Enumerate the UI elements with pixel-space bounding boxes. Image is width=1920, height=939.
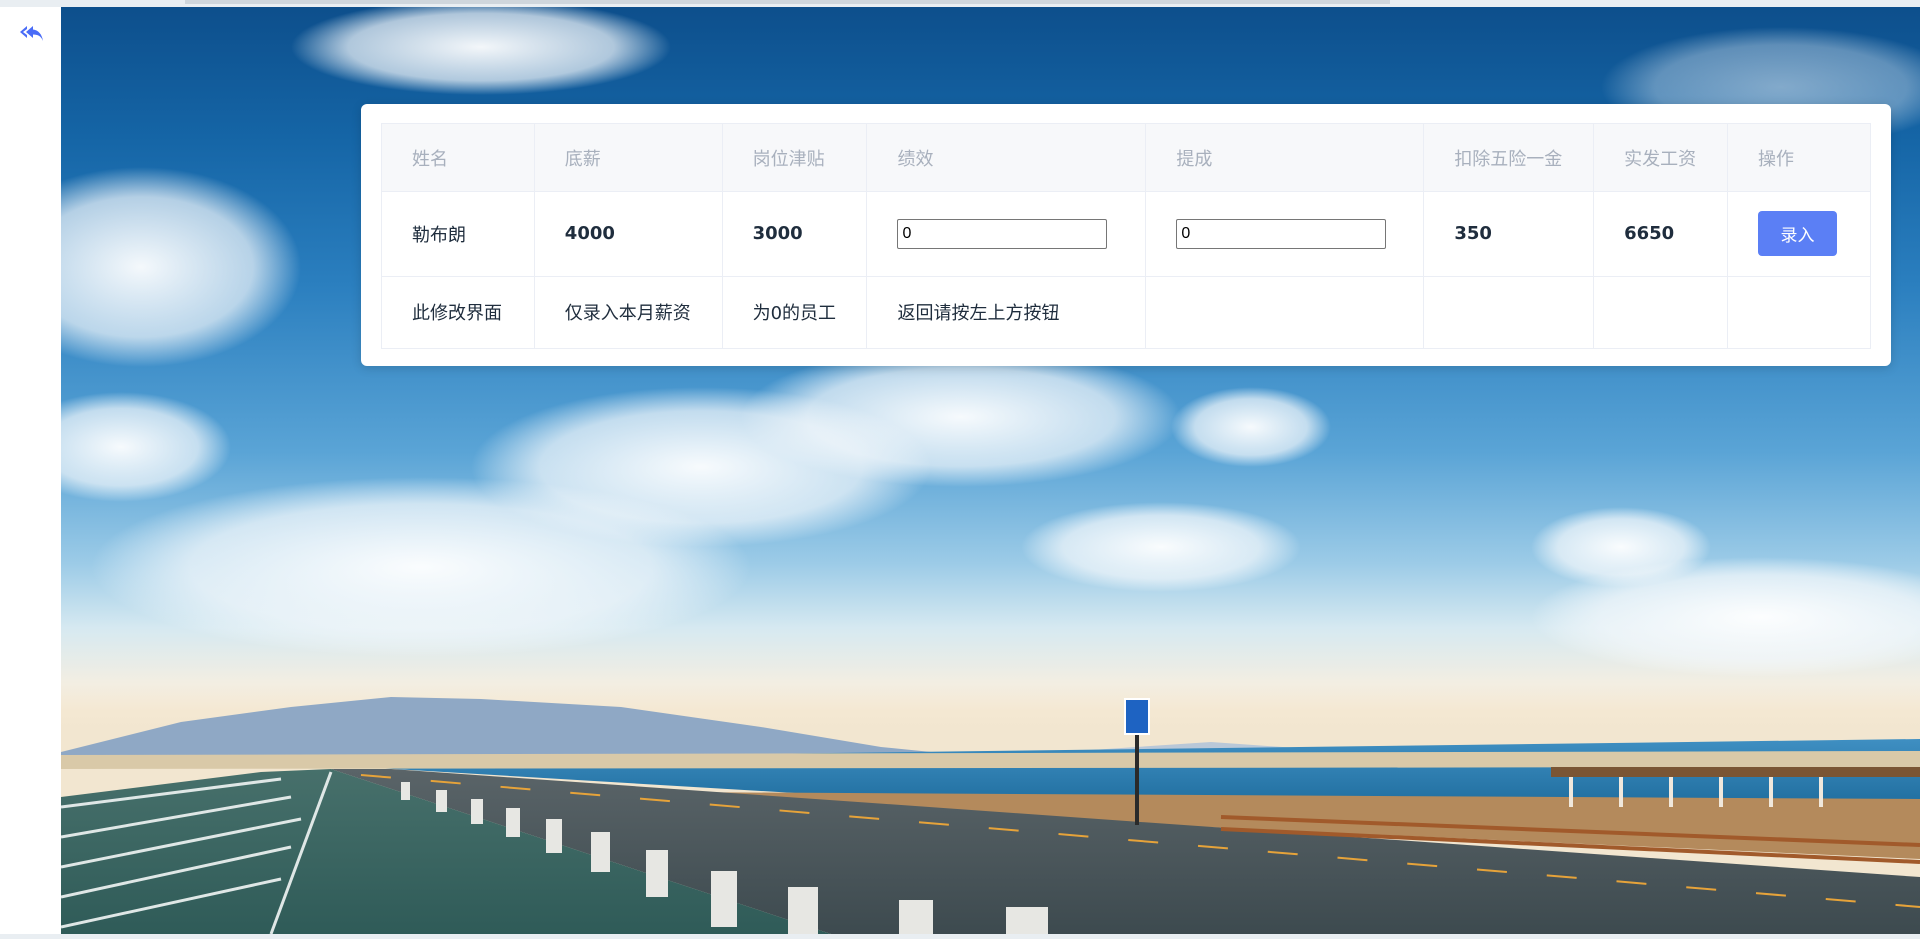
header-performance: 绩效 <box>866 123 1147 192</box>
header-name: 姓名 <box>381 123 535 192</box>
note-row: 此修改界面 仅录入本月薪资 为0的员工 返回请按左上方按钮 <box>381 275 1871 350</box>
salary-card: 姓名 底薪 岗位津贴 绩效 提成 扣除五险一金 实发工资 操作 勒布朗 4000… <box>361 104 1891 366</box>
note-text-1: 此修改界面 <box>381 275 535 350</box>
header-commission: 提成 <box>1145 123 1425 192</box>
employee-name: 勒布朗 <box>381 191 535 277</box>
back-button[interactable] <box>18 23 44 45</box>
deduction-value: 350 <box>1423 191 1595 277</box>
action-cell: 录入 <box>1727 191 1871 277</box>
salary-table: 姓名 底薪 岗位津贴 绩效 提成 扣除五险一金 实发工资 操作 勒布朗 4000… <box>381 123 1871 350</box>
reply-all-icon <box>20 26 43 41</box>
net-pay-value: 6650 <box>1593 191 1728 277</box>
table-header-row: 姓名 底薪 岗位津贴 绩效 提成 扣除五险一金 实发工资 操作 <box>381 123 1871 192</box>
bottom-scrollbar[interactable] <box>0 934 1920 939</box>
empty-cell <box>1145 275 1425 350</box>
post-allowance-value: 3000 <box>721 191 868 277</box>
header-post-allowance: 岗位津贴 <box>721 123 868 192</box>
performance-cell <box>866 191 1147 277</box>
header-deduction: 扣除五险一金 <box>1423 123 1595 192</box>
base-salary-value: 4000 <box>533 191 723 277</box>
header-base-salary: 底薪 <box>533 123 723 192</box>
commission-cell <box>1145 191 1425 277</box>
note-text-3: 为0的员工 <box>721 275 868 350</box>
header-action: 操作 <box>1727 123 1871 192</box>
empty-cell <box>1593 275 1728 350</box>
note-text-4: 返回请按左上方按钮 <box>866 275 1147 350</box>
note-text-2: 仅录入本月薪资 <box>533 275 723 350</box>
sidebar <box>0 7 61 939</box>
scrollbar-thumb[interactable] <box>185 0 1390 4</box>
performance-input[interactable] <box>897 218 1108 249</box>
table-row: 勒布朗 4000 3000 350 6650 录入 <box>381 191 1871 277</box>
empty-cell <box>1423 275 1595 350</box>
header-net-pay: 实发工资 <box>1593 123 1728 192</box>
enter-button[interactable]: 录入 <box>1758 211 1837 257</box>
commission-input[interactable] <box>1176 218 1387 249</box>
empty-cell <box>1727 275 1871 350</box>
